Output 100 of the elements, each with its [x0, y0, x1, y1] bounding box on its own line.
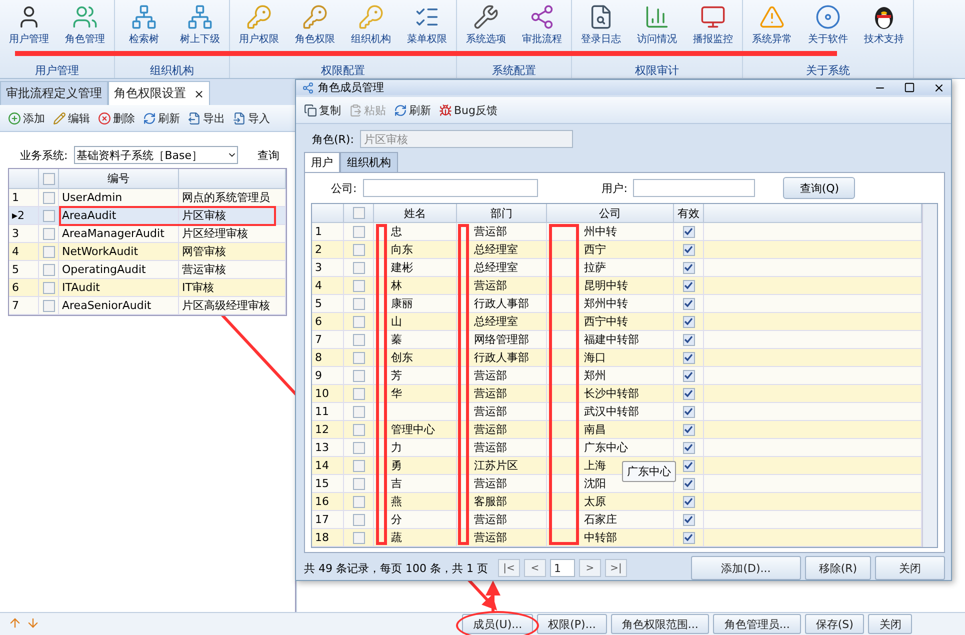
checkbox[interactable] — [352, 478, 364, 490]
checkbox[interactable] — [682, 388, 694, 400]
checkbox[interactable] — [682, 298, 694, 310]
table-row[interactable]: 10 华 营运部 长沙中转部 — [312, 385, 922, 403]
ribbon-button[interactable]: 技术支持 — [857, 0, 911, 62]
checkbox[interactable] — [682, 406, 694, 418]
action-button[interactable]: 权限(P)... — [537, 614, 607, 634]
checkbox[interactable] — [682, 244, 694, 256]
ribbon-button[interactable]: 系统异常 — [745, 0, 799, 62]
checkbox[interactable] — [352, 460, 364, 472]
table-row[interactable]: 11 营运部 武汉中转部 — [312, 403, 922, 421]
arrow-up-icon[interactable] — [8, 616, 22, 630]
column-header[interactable]: 有效 — [674, 204, 704, 222]
checkbox[interactable] — [682, 478, 694, 490]
checkbox[interactable] — [352, 334, 364, 346]
table-row[interactable]: 12 管理中心 营运部 南昌 — [312, 421, 922, 439]
checkbox[interactable] — [682, 226, 694, 238]
action-button[interactable]: 关闭 — [868, 614, 912, 634]
table-row[interactable]: 2 向东 总经理室 西宁 — [312, 241, 922, 259]
arrow-down-icon[interactable] — [26, 616, 40, 630]
ribbon-button[interactable]: 关于软件 — [801, 0, 855, 62]
table-row[interactable]: 3 AreaManagerAudit 片区经理审核 — [9, 225, 286, 243]
checkbox[interactable] — [352, 352, 364, 364]
system-dropdown[interactable]: 基础资料子系统［Base］ — [74, 146, 238, 164]
toolbar-button[interactable]: 刷新 — [392, 102, 433, 118]
ribbon-button[interactable]: 角色管理 — [58, 0, 112, 62]
maximize-icon[interactable] — [904, 82, 915, 93]
checkbox[interactable] — [682, 532, 694, 544]
column-header[interactable]: 公司 — [547, 204, 674, 222]
checkbox[interactable] — [352, 442, 364, 454]
checkbox[interactable] — [352, 298, 364, 310]
checkbox[interactable] — [42, 264, 54, 276]
close-icon[interactable]: × — [194, 86, 204, 100]
ribbon-button[interactable]: 审批流程 — [515, 0, 569, 62]
page-field[interactable]: 1 — [550, 559, 575, 577]
tab[interactable]: 审批流程定义管理 — [0, 81, 108, 105]
table-row[interactable]: 7 蓁 网络管理部 福建中转部 — [312, 331, 922, 349]
action-button[interactable]: 保存(S) — [804, 614, 864, 634]
pager-button[interactable]: < — [524, 559, 546, 577]
checkbox[interactable] — [682, 496, 694, 508]
checkbox[interactable] — [682, 442, 694, 454]
checkbox[interactable] — [352, 532, 364, 544]
checkbox[interactable] — [682, 370, 694, 382]
checkbox[interactable] — [352, 496, 364, 508]
action-button[interactable]: 角色管理员... — [713, 614, 801, 634]
table-row[interactable]: 13 力 营运部 广东中心 — [312, 439, 922, 457]
checkbox[interactable] — [352, 207, 364, 219]
toolbar-button[interactable]: Bug反馈 — [437, 102, 500, 118]
checkbox[interactable] — [352, 514, 364, 526]
table-row[interactable]: 3 建彬 总经理室 拉萨 — [312, 259, 922, 277]
table-row[interactable]: 6 山 总经理室 西宁中转 — [312, 313, 922, 331]
pager-button[interactable]: > — [578, 559, 601, 577]
action-button[interactable]: 成员(U)... — [462, 614, 534, 634]
table-row[interactable]: 4 林 营运部 昆明中转 — [312, 277, 922, 295]
checkbox[interactable] — [352, 262, 364, 274]
checkbox[interactable] — [42, 246, 54, 258]
tab[interactable]: 用户 — [304, 152, 340, 172]
column-header[interactable]: 编号 — [59, 169, 179, 188]
dialog-button[interactable]: 移除(R) — [805, 556, 871, 580]
ribbon-button[interactable]: 用户管理 — [2, 0, 56, 62]
toolbar-button[interactable]: 删除 — [96, 110, 137, 126]
checkbox[interactable] — [352, 388, 364, 400]
toolbar-button[interactable]: 刷新 — [141, 110, 182, 126]
table-row[interactable]: 4 NetWorkAudit 网管审核 — [9, 243, 286, 261]
ribbon-button[interactable]: 树上下级 — [173, 0, 227, 62]
query-button[interactable]: 查询(Q) — [783, 177, 856, 199]
checkbox[interactable] — [352, 406, 364, 418]
ribbon-button[interactable]: 登录日志 — [574, 0, 628, 62]
table-row[interactable]: 8 创东 行政人事部 海口 — [312, 349, 922, 367]
ribbon-button[interactable]: 系统选项 — [459, 0, 513, 62]
scrollbar[interactable] — [922, 204, 937, 547]
checkbox[interactable] — [682, 424, 694, 436]
checkbox[interactable] — [42, 172, 54, 184]
action-button[interactable]: 角色权限范围... — [610, 614, 710, 634]
checkbox[interactable] — [42, 228, 54, 240]
ribbon-button[interactable]: 访问情况 — [630, 0, 684, 62]
ribbon-button[interactable]: 菜单权限 — [400, 0, 454, 62]
checkbox[interactable] — [682, 334, 694, 346]
table-row[interactable]: 15 吉 营运部 沈阳 — [312, 475, 922, 493]
ribbon-button[interactable]: 播报监控 — [686, 0, 740, 62]
checkbox[interactable] — [682, 316, 694, 328]
table-row[interactable]: 7 AreaSeniorAudit 片区高级经理审核 — [9, 297, 286, 315]
ribbon-button[interactable]: 角色权限 — [288, 0, 342, 62]
tab[interactable]: 组织机构 — [340, 152, 398, 172]
table-row[interactable]: 1 UserAdmin 网点的系统管理员 — [9, 189, 286, 207]
toolbar-button[interactable]: 添加 — [6, 110, 47, 126]
table-row[interactable]: 9 芳 营运部 郑州 — [312, 367, 922, 385]
checkbox[interactable] — [682, 280, 694, 292]
table-row[interactable]: 6 ITAudit IT审核 — [9, 279, 286, 297]
checkbox[interactable] — [352, 370, 364, 382]
checkbox[interactable] — [42, 300, 54, 312]
checkbox[interactable] — [682, 352, 694, 364]
table-row[interactable]: 18 蔬 营运部 中转部 — [312, 529, 922, 547]
checkbox[interactable] — [352, 280, 364, 292]
checkbox[interactable] — [352, 424, 364, 436]
table-row[interactable]: 5 OperatingAudit 营运审核 — [9, 261, 286, 279]
ribbon-button[interactable]: 检索树 — [117, 0, 171, 62]
checkbox[interactable] — [682, 262, 694, 274]
checkbox[interactable] — [682, 514, 694, 526]
toolbar-button[interactable]: 导出 — [186, 110, 227, 126]
